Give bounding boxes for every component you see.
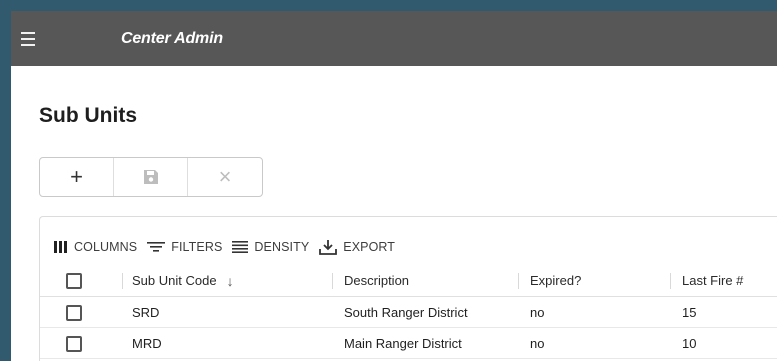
cell-description: Main Ranger District <box>344 336 462 351</box>
table-row[interactable]: SRD South Ranger District no 15 <box>40 298 777 328</box>
filters-label: FILTERS <box>171 240 223 254</box>
save-icon <box>143 170 158 184</box>
density-label: DENSITY <box>254 240 310 254</box>
column-header-description[interactable]: Description <box>344 265 409 296</box>
table-row[interactable]: MRD Main Ranger District no 10 <box>40 329 777 359</box>
app-window: Center Admin Sub Units + × COLUMNS FILTE… <box>11 11 777 361</box>
table-header: Sub Unit Code ↓ Description Expired? Las… <box>40 265 777 297</box>
filter-icon <box>147 241 166 253</box>
cell-last-fire: 10 <box>682 336 697 351</box>
sort-down-icon: ↓ <box>226 272 234 289</box>
row-checkbox[interactable] <box>66 298 82 327</box>
row-checkbox[interactable] <box>66 329 82 358</box>
data-grid: COLUMNS FILTERS DENSITY EXPORT Sub Unit … <box>39 216 777 361</box>
density-icon <box>232 241 249 253</box>
cell-last-fire: 15 <box>682 305 697 320</box>
grid-toolbar: COLUMNS FILTERS DENSITY EXPORT <box>54 237 405 257</box>
app-title: Center Admin <box>121 30 223 47</box>
cell-code: MRD <box>132 336 162 351</box>
column-header-sub-unit-code[interactable]: Sub Unit Code ↓ <box>132 265 234 296</box>
save-button[interactable] <box>114 158 188 196</box>
menu-icon[interactable] <box>11 11 45 66</box>
app-bar: Center Admin <box>11 11 777 66</box>
download-icon <box>319 239 338 255</box>
column-header-expired[interactable]: Expired? <box>530 265 581 296</box>
add-button[interactable]: + <box>40 158 114 196</box>
cell-description: South Ranger District <box>344 305 468 320</box>
cell-expired: no <box>530 305 545 320</box>
columns-icon <box>54 241 68 253</box>
columns-label: COLUMNS <box>74 240 138 254</box>
columns-button[interactable]: COLUMNS <box>54 240 137 254</box>
cell-code: SRD <box>132 305 160 320</box>
cancel-button[interactable]: × <box>188 158 262 196</box>
plus-icon: + <box>70 164 83 189</box>
action-toolbar: + × <box>39 157 263 197</box>
select-all-checkbox[interactable] <box>66 265 82 296</box>
page-title: Sub Units <box>39 104 137 127</box>
export-button[interactable]: EXPORT <box>319 239 395 255</box>
export-label: EXPORT <box>343 240 396 254</box>
column-header-last-fire[interactable]: Last Fire # <box>682 265 743 296</box>
close-icon: × <box>218 164 232 189</box>
filters-button[interactable]: FILTERS <box>147 240 222 254</box>
density-button[interactable]: DENSITY <box>232 240 309 254</box>
cell-expired: no <box>530 336 545 351</box>
